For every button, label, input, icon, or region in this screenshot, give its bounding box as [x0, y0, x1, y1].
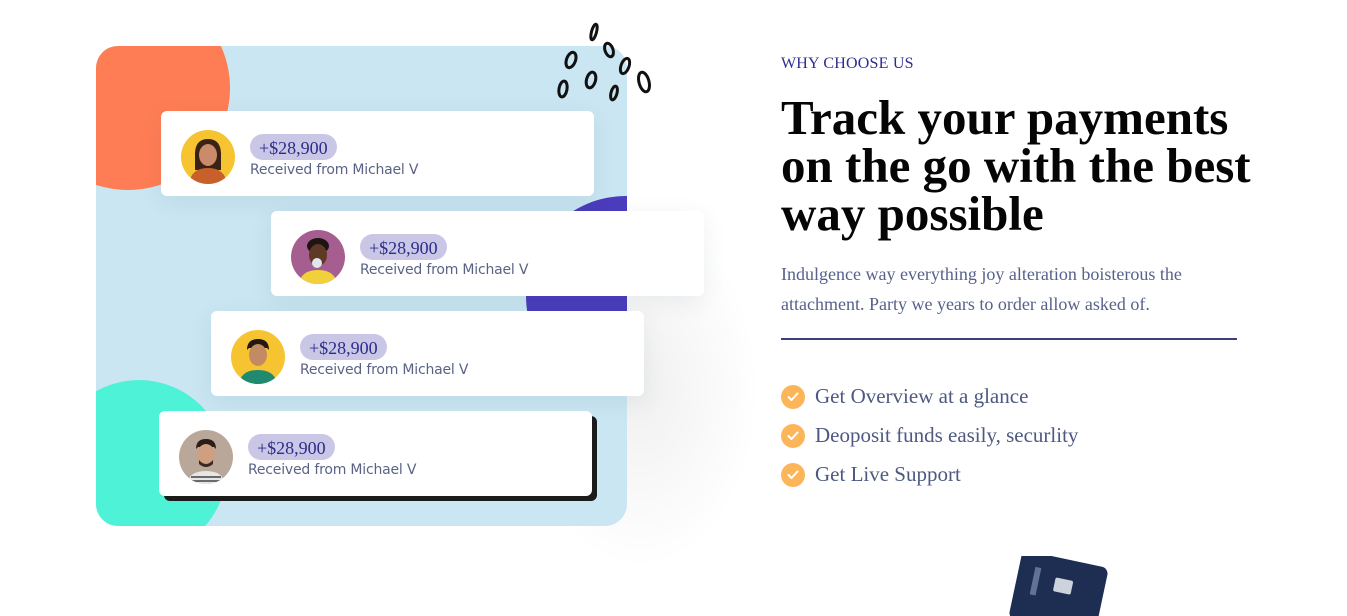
payment-card: +$28,900 Received from Michael V: [211, 311, 644, 396]
payment-caption: Received from Michael V: [300, 362, 469, 378]
feature-item: Get Live Support: [781, 455, 1078, 494]
payment-amount: +$28,900: [248, 434, 335, 460]
payment-caption: Received from Michael V: [248, 462, 417, 478]
section-headline: Track your payments on the go with the b…: [781, 90, 1251, 241]
avatar: [181, 130, 235, 184]
avatar: [291, 230, 345, 284]
payment-amount: +$28,900: [360, 234, 447, 260]
payment-amount: +$28,900: [250, 134, 337, 160]
payment-caption: Received from Michael V: [250, 162, 419, 178]
feature-label: Deoposit funds easily, securlity: [815, 423, 1079, 447]
avatar: [179, 430, 233, 484]
avatar: [231, 330, 285, 384]
credit-card-image: [1009, 556, 1108, 616]
feature-label: Get Live Support: [815, 462, 961, 486]
payment-card: +$28,900 Received from Michael V: [271, 211, 704, 296]
payment-caption: Received from Michael V: [360, 262, 529, 278]
feature-list: Get Overview at a glance Deoposit funds …: [781, 377, 1078, 494]
section-description: Indulgence way everything joy alteration…: [781, 264, 1182, 314]
feature-label: Get Overview at a glance: [815, 384, 1029, 408]
payment-card: +$28,900 Received from Michael V: [159, 411, 592, 496]
doodle-decoration: [557, 22, 651, 102]
feature-item: Get Overview at a glance: [781, 377, 1078, 416]
payment-card: +$28,900 Received from Michael V: [161, 111, 594, 196]
check-icon: [781, 462, 805, 487]
feature-item: Deoposit funds easily, securlity: [781, 416, 1078, 455]
section-eyebrow: WHY CHOOSE US: [781, 55, 914, 72]
check-icon: [781, 384, 805, 409]
divider: [781, 338, 1237, 340]
payment-amount: +$28,900: [300, 334, 387, 360]
check-icon: [781, 423, 805, 448]
